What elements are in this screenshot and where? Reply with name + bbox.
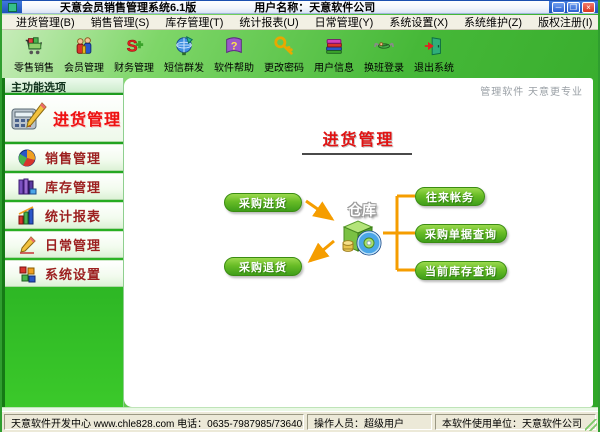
toolbar-member-management[interactable]: 会员管理 — [59, 30, 109, 78]
sidebar-header: 主功能选项 — [5, 78, 123, 94]
bar-chart-icon — [18, 205, 34, 224]
slogan-text: 管理软件 天意更专业 — [480, 87, 583, 98]
exit-icon — [424, 36, 441, 55]
change-password-icon — [274, 35, 293, 55]
window-title: 天意会员销售管理系统6.1版 — [60, 2, 197, 14]
purchase-in-button[interactable]: 采购进货 — [224, 193, 302, 212]
toolbar-shift-login[interactable]: 换班登录 — [359, 30, 409, 78]
toolbar: 零售销售 会员管理 S 财务管理 短信群发 ? 软件帮助 更改密码 用户信息 换… — [2, 30, 598, 78]
app-icon-area — [2, 1, 22, 13]
calculator-pencil-icon — [11, 102, 47, 130]
toolbar-exit[interactable]: 退出系统 — [409, 30, 459, 78]
sidebar-item-sales[interactable]: 销售管理 — [5, 144, 123, 171]
cubes-icon — [19, 266, 36, 282]
accounts-button[interactable]: 往来帐务 — [415, 187, 485, 206]
title-underline — [302, 153, 412, 155]
window-controls: － ❐ × — [549, 1, 598, 13]
titlebar: 天意会员销售管理系统6.1版 用户名称：天意软件公司 － ❐ × — [2, 0, 598, 14]
close-button[interactable]: × — [582, 1, 595, 13]
pencil-icon — [20, 235, 36, 254]
tool-label: 零售销售 — [14, 62, 54, 74]
content-panel: 管理软件 天意更专业 进货管理 采购进货 采购退货 仓库 往来帐务 采购单据查询… — [124, 78, 593, 407]
purchase-doc-query-button[interactable]: 采购单据查询 — [415, 224, 507, 243]
books-icon — [18, 178, 37, 194]
app-icon — [7, 2, 17, 12]
tool-label: 财务管理 — [114, 62, 154, 74]
user-info-icon — [326, 38, 342, 54]
menu-maintenance[interactable]: 系统维护(Z) — [456, 14, 530, 30]
sidebar-active-label: 进货管理 — [53, 112, 122, 129]
statusbar: 天意软件开发中心 www.chle828.com 电话：0635-7987985… — [2, 411, 598, 432]
tool-label: 短信群发 — [164, 62, 204, 74]
shift-login-icon — [373, 41, 395, 49]
page-title: 进货管理 — [322, 132, 395, 149]
sidebar-item-reports[interactable]: 统计报表 — [5, 202, 123, 229]
sidebar-item-inventory[interactable]: 库存管理 — [5, 173, 123, 200]
status-operator: 操作人员：超级用户 — [307, 414, 432, 430]
menu-daily[interactable]: 日常管理(Y) — [307, 14, 382, 30]
toolbar-user-info[interactable]: 用户信息 — [309, 30, 359, 78]
toolbar-help[interactable]: ? 软件帮助 — [209, 30, 259, 78]
toolbar-change-password[interactable]: 更改密码 — [259, 30, 309, 78]
sidebar-item-purchase-active[interactable]: 进货管理 — [5, 95, 123, 142]
member-management-icon — [76, 36, 92, 54]
status-developer-info: 天意软件开发中心 www.chle828.com 电话：0635-7987985… — [4, 414, 304, 430]
toolbar-retail-sale[interactable]: 零售销售 — [9, 30, 59, 78]
tool-label: 退出系统 — [414, 62, 454, 74]
sidebar-item-label: 统计报表 — [45, 209, 102, 224]
sms-broadcast-icon — [176, 35, 194, 55]
sidebar-item-label: 系统设置 — [45, 267, 102, 282]
app-window: 天意会员销售管理系统6.1版 用户名称：天意软件公司 － ❐ × 进货管理(B)… — [0, 0, 600, 432]
titlebar-text: 天意会员销售管理系统6.1版 用户名称：天意软件公司 — [22, 1, 549, 14]
pie-chart-icon — [18, 149, 36, 166]
sidebar-item-label: 日常管理 — [45, 238, 102, 253]
tool-label: 软件帮助 — [214, 62, 254, 74]
retail-sale-icon — [25, 36, 43, 54]
finance-icon: S — [126, 37, 144, 55]
warehouse-icon — [336, 215, 384, 262]
menu-inventory[interactable]: 库存管理(T) — [157, 14, 231, 30]
tool-label: 换班登录 — [364, 62, 404, 74]
restore-button[interactable]: ❐ — [567, 1, 580, 13]
menu-sales[interactable]: 销售管理(S) — [83, 14, 158, 30]
sidebar-item-settings[interactable]: 系统设置 — [5, 260, 123, 287]
menubar: 进货管理(B) 销售管理(S) 库存管理(T) 统计报表(U) 日常管理(Y) … — [2, 15, 598, 30]
sidebar-item-label: 销售管理 — [45, 151, 102, 166]
tool-label: 会员管理 — [64, 62, 104, 74]
tool-label: 更改密码 — [264, 62, 304, 74]
sidebar-item-label: 库存管理 — [45, 180, 102, 195]
sidebar: 主功能选项 进货管理 销售管理 库存管理 统计报表 日常管理 系统设置 — [2, 78, 124, 407]
menu-reports[interactable]: 统计报表(U) — [231, 14, 306, 30]
resize-grip[interactable] — [585, 419, 597, 431]
user-name-label: 用户名称：天意软件公司 — [254, 2, 376, 14]
tool-label: 用户信息 — [314, 62, 354, 74]
help-icon: ? — [226, 36, 242, 53]
sidebar-item-daily[interactable]: 日常管理 — [5, 231, 123, 258]
menu-purchase[interactable]: 进货管理(B) — [8, 14, 83, 30]
status-licensee: 本软件使用单位：天意软件公司 — [435, 414, 596, 430]
svg-text:S: S — [127, 37, 138, 55]
sidebar-filler — [5, 287, 123, 407]
purchase-return-button[interactable]: 采购退货 — [224, 257, 302, 276]
menu-settings[interactable]: 系统设置(X) — [381, 14, 456, 30]
menu-register[interactable]: 版权注册(I) — [530, 14, 598, 30]
toolbar-finance[interactable]: S 财务管理 — [109, 30, 159, 78]
toolbar-sms-broadcast[interactable]: 短信群发 — [159, 30, 209, 78]
minimize-button[interactable]: － — [552, 1, 565, 13]
current-stock-query-button[interactable]: 当前库存查询 — [415, 261, 507, 280]
svg-text:?: ? — [231, 40, 238, 52]
main-area: 主功能选项 进货管理 销售管理 库存管理 统计报表 日常管理 系统设置 管理软件… — [2, 78, 598, 407]
